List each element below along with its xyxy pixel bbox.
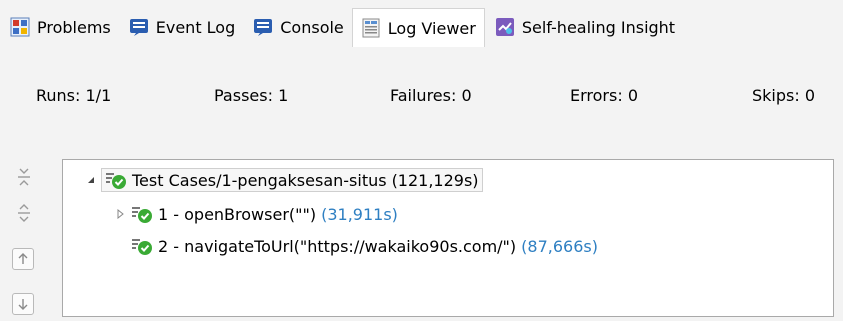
view-tab-bar: Problems Event Log Console Log Viewer Se… [0,0,843,54]
passes-count: Passes: 1 [214,86,289,105]
tab-console[interactable]: Console [243,11,352,43]
step-duration: (31,911s) [321,204,398,224]
tab-self-healing-insights[interactable]: Self-healing Insight [485,11,683,43]
tab-label: Log Viewer [387,18,476,38]
errors-count: Errors: 0 [570,86,638,105]
tree-row-root[interactable]: Test Cases/1-pengaksesan-situs (121,129s… [83,166,483,194]
tree-root-label-box[interactable]: Test Cases/1-pengaksesan-situs (121,129s… [101,168,483,192]
tab-problems[interactable]: Problems [0,11,119,43]
tab-label: Event Log [155,17,236,37]
problems-icon [10,17,30,37]
test-case-passed-icon [105,170,127,190]
self-healing-icon [495,17,515,37]
tab-label: Console [280,17,344,37]
expand-all-icon[interactable] [12,201,36,225]
tab-event-log[interactable]: Event Log [119,11,244,43]
step-label: 2 - navigateToUrl("https://wakaiko90s.co… [158,236,517,256]
tree-root-duration: (121,129s) [391,170,479,190]
event-log-icon [129,17,149,37]
failures-count: Failures: 0 [390,86,472,105]
step-duration: (87,666s) [521,236,598,256]
skips-count: Skips: 0 [752,86,816,105]
tab-label: Self-healing Insight [521,17,676,37]
log-viewer-icon [361,18,381,38]
collapse-twisty-icon[interactable] [83,172,99,188]
tree-row-step[interactable]: 2 - navigateToUrl("https://wakaiko90s.co… [131,232,598,260]
collapse-all-icon[interactable] [12,165,36,189]
next-icon[interactable] [12,293,34,315]
step-passed-icon [131,236,153,256]
tab-log-viewer[interactable]: Log Viewer [351,8,485,47]
test-log-tree[interactable]: Test Cases/1-pengaksesan-situs (121,129s… [62,159,834,317]
run-summary: Runs: 1/1 Passes: 1 Failures: 0 Errors: … [0,86,843,116]
step-label: 1 - openBrowser("") [158,204,317,224]
step-passed-icon [131,204,153,224]
previous-icon[interactable] [12,248,34,270]
console-icon [253,17,273,37]
tab-label: Problems [37,17,111,37]
expand-twisty-icon[interactable] [113,206,129,222]
runs-count: Runs: 1/1 [36,86,112,105]
tree-row-step[interactable]: 1 - openBrowser("") (31,911s) [113,200,398,228]
tree-root-label: Test Cases/1-pengaksesan-situs [132,170,387,190]
